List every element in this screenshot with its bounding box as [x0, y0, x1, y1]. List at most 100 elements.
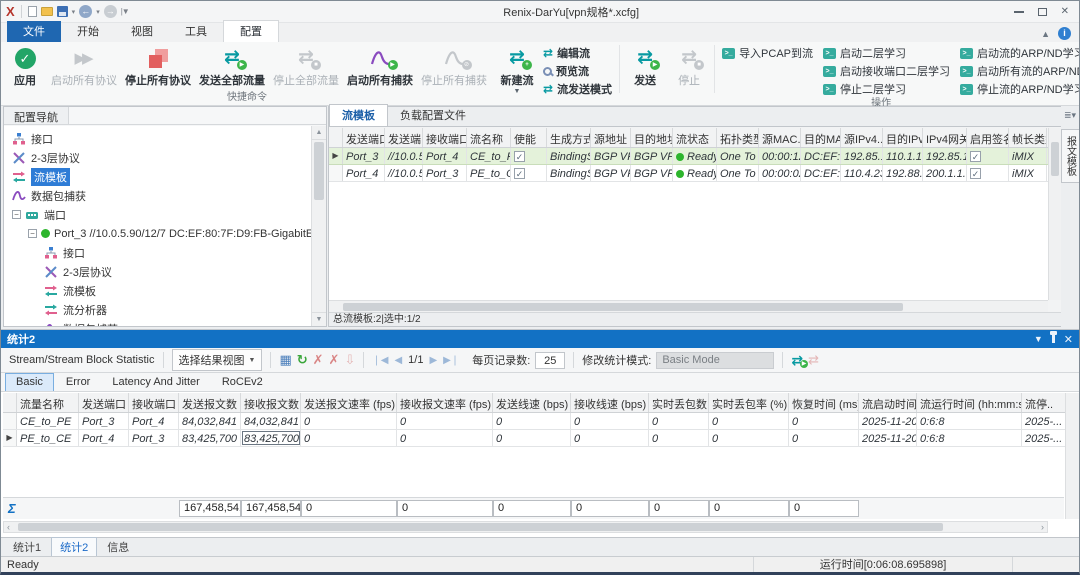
- menu-tab-开始[interactable]: 开始: [61, 21, 115, 42]
- preview-stream-button[interactable]: 预览流: [539, 62, 616, 80]
- stream-remove-icon[interactable]: ⇄: [808, 353, 819, 367]
- panel-tab-负载配置文件[interactable]: 负载配置文件: [388, 105, 478, 126]
- command-button-启动流的ARP/ND学习[interactable]: >_启动流的ARP/ND学习: [956, 44, 1080, 62]
- scrollbar-thumb[interactable]: [1051, 142, 1059, 176]
- command-button-导入PCAP到流[interactable]: >_导入PCAP到流: [718, 44, 817, 62]
- dock-menu-icon[interactable]: ▼: [1034, 334, 1043, 344]
- stream-table-hscrollbar[interactable]: [329, 300, 1048, 312]
- per-page-input[interactable]: 25: [535, 352, 565, 369]
- next-page-icon[interactable]: ▶: [429, 355, 437, 366]
- column-header-目的MA..[interactable]: 目的MA..: [801, 128, 841, 147]
- column-header-发送端口[interactable]: 发送端口: [343, 128, 385, 147]
- table-row[interactable]: Port_4//10.0.5...Port_3PE_to_CE✓BindingS…: [329, 165, 1049, 182]
- stats-tab-Basic[interactable]: Basic: [5, 373, 54, 391]
- edit-view-icon[interactable]: ▦: [279, 353, 291, 367]
- last-page-icon[interactable]: ▶❘: [443, 355, 459, 366]
- column-header-拓扑类型[interactable]: 拓扑类型: [717, 128, 759, 147]
- back-dropdown-icon[interactable]: ▾: [96, 8, 100, 16]
- column-header-接收报文速率 (fps)[interactable]: 接收报文速率 (fps): [397, 393, 493, 412]
- column-header-使能[interactable]: 使能: [511, 128, 547, 147]
- column-header-接收端口[interactable]: 接收端口: [129, 393, 179, 412]
- dock-tab-统计2[interactable]: 统计2: [51, 537, 97, 558]
- stream-send-mode-button[interactable]: ⇄流发送模式: [539, 80, 616, 98]
- column-header-流停..[interactable]: 流停..: [1022, 393, 1066, 412]
- column-header-接收线速 (bps)[interactable]: 接收线速 (bps): [571, 393, 649, 412]
- scroll-left-icon[interactable]: ‹: [7, 522, 10, 533]
- column-header-流名称[interactable]: 流名称: [467, 128, 511, 147]
- command-button-停止二层学习[interactable]: >_停止二层学习: [819, 80, 954, 98]
- column-header-源IPv4..[interactable]: 源IPv4..: [841, 128, 883, 147]
- column-header-流运行时间 (hh:mm:ss)[interactable]: 流运行时间 (hh:mm:ss): [917, 393, 1022, 412]
- checkbox-checked-icon[interactable]: ✓: [514, 151, 525, 162]
- tree-item-流模板[interactable]: 流模板: [4, 167, 311, 186]
- column-header-帧长类型[interactable]: 帧长类型: [1009, 128, 1047, 147]
- panel-tab-流模板[interactable]: 流模板: [329, 104, 388, 126]
- tree-item-流模板[interactable]: 流模板: [4, 281, 311, 300]
- column-header-启用签名[interactable]: 启用签名: [967, 128, 1009, 147]
- save-dropdown-icon[interactable]: ▾: [72, 8, 76, 16]
- scroll-down-icon[interactable]: ▼: [312, 312, 326, 326]
- prev-page-icon[interactable]: ◀: [394, 355, 402, 366]
- stop-protocols-button[interactable]: 停止所有协议: [121, 43, 195, 88]
- column-header-实时丢包率 (%)[interactable]: 实时丢包率 (%): [709, 393, 789, 412]
- tree-item-Port_3[interactable]: −Port_3 //10.0.5.90/12/7 DC:EF:80:7F:D9:…: [4, 224, 311, 243]
- scrollbar-thumb[interactable]: [18, 523, 943, 531]
- tree-item-数据包捕获[interactable]: 数据包捕获: [4, 186, 311, 205]
- tree-item-数据包捕获[interactable]: 数据包捕获: [4, 319, 311, 326]
- first-page-icon[interactable]: ❘◀: [372, 355, 388, 366]
- column-header-目的IPv..[interactable]: 目的IPv..: [883, 128, 923, 147]
- table-row[interactable]: CE_to_PEPort_3Port_484,032,84184,032,841…: [3, 413, 1066, 430]
- restore-button[interactable]: [1038, 8, 1047, 16]
- column-header-IPv4网关[interactable]: IPv4网关: [923, 128, 967, 147]
- collapse-ribbon-icon[interactable]: ▲: [1041, 29, 1050, 39]
- checkbox-checked-icon[interactable]: ✓: [970, 168, 981, 179]
- forward-icon[interactable]: →: [104, 5, 117, 18]
- command-button-启动二层学习[interactable]: >_启动二层学习: [819, 44, 954, 62]
- menu-tab-配置[interactable]: 配置: [223, 20, 279, 42]
- column-header-发送端..[interactable]: 发送端..: [385, 128, 423, 147]
- scrollbar-thumb[interactable]: [314, 142, 324, 200]
- export-statistics-icon[interactable]: ⇩: [344, 353, 355, 367]
- packet-template-side-tab[interactable]: 报文模板: [1061, 129, 1080, 183]
- menu-tab-视图[interactable]: 视图: [115, 21, 169, 42]
- tree-item-端口[interactable]: −端口: [4, 205, 311, 224]
- stats-tab-RoCEv2[interactable]: RoCEv2: [212, 374, 273, 391]
- column-header-恢复时间 (ms)[interactable]: 恢复时间 (ms): [789, 393, 859, 412]
- stream-table-vscrollbar[interactable]: [1048, 128, 1061, 300]
- tree-item-2-3层协议[interactable]: 2-3层协议: [4, 148, 311, 167]
- scroll-right-icon[interactable]: ›: [1041, 522, 1044, 533]
- clear-statistics-icon[interactable]: ✗: [313, 353, 324, 367]
- menu-tab-文件[interactable]: 文件: [7, 21, 61, 42]
- stats-hscrollbar[interactable]: ‹ ›: [3, 521, 1048, 533]
- column-header-发送线速 (bps)[interactable]: 发送线速 (bps): [493, 393, 571, 412]
- stop-traffic-button[interactable]: ⇄■停止全部流量: [269, 43, 343, 88]
- menu-tab-工具[interactable]: 工具: [169, 21, 223, 42]
- stats-tab-Latency And Jitter[interactable]: Latency And Jitter: [102, 374, 209, 391]
- column-header-源地址[interactable]: 源地址: [591, 128, 631, 147]
- table-row[interactable]: ▶PE_to_CEPort_4Port_383,425,70083,425,70…: [3, 430, 1066, 447]
- stream-config-icon[interactable]: ⇄▶: [791, 353, 803, 367]
- dock-tab-信息[interactable]: 信息: [99, 538, 137, 557]
- edit-stream-button[interactable]: ⇄编辑流: [539, 44, 616, 62]
- checkbox-checked-icon[interactable]: ✓: [514, 168, 525, 179]
- save-icon[interactable]: [57, 6, 68, 17]
- dock-tab-统计1[interactable]: 统计1: [5, 538, 49, 557]
- send-button[interactable]: ⇄▶发送: [623, 43, 667, 88]
- command-button-启动所有流的ARP/ND学习[interactable]: >_启动所有流的ARP/ND学习: [956, 62, 1080, 80]
- minimize-button[interactable]: [1014, 11, 1024, 13]
- scrollbar-thumb[interactable]: [343, 303, 903, 311]
- column-header-发送报文数[interactable]: 发送报文数: [179, 393, 241, 412]
- tree-item-接口[interactable]: 接口: [4, 243, 311, 262]
- column-header-流启动时间[interactable]: 流启动时间: [859, 393, 917, 412]
- column-header-实时丢包数[interactable]: 实时丢包数: [649, 393, 709, 412]
- new-file-icon[interactable]: [28, 6, 37, 17]
- pin-icon[interactable]: [1052, 335, 1055, 343]
- tree-item-2-3层协议[interactable]: 2-3层协议: [4, 262, 311, 281]
- table-row[interactable]: ▶Port_3//10.0.5...Port_4CE_to_PE✓Binding…: [329, 148, 1049, 165]
- select-result-view-button[interactable]: 选择结果视图▼: [172, 349, 263, 371]
- send-traffic-button[interactable]: ⇄▶发送全部流量: [195, 43, 269, 88]
- back-icon[interactable]: ←: [79, 5, 92, 18]
- quick-access-customize-icon[interactable]: |▼: [121, 7, 129, 16]
- column-header-流量名称[interactable]: 流量名称: [17, 393, 79, 412]
- collapse-expander-icon[interactable]: −: [28, 229, 37, 238]
